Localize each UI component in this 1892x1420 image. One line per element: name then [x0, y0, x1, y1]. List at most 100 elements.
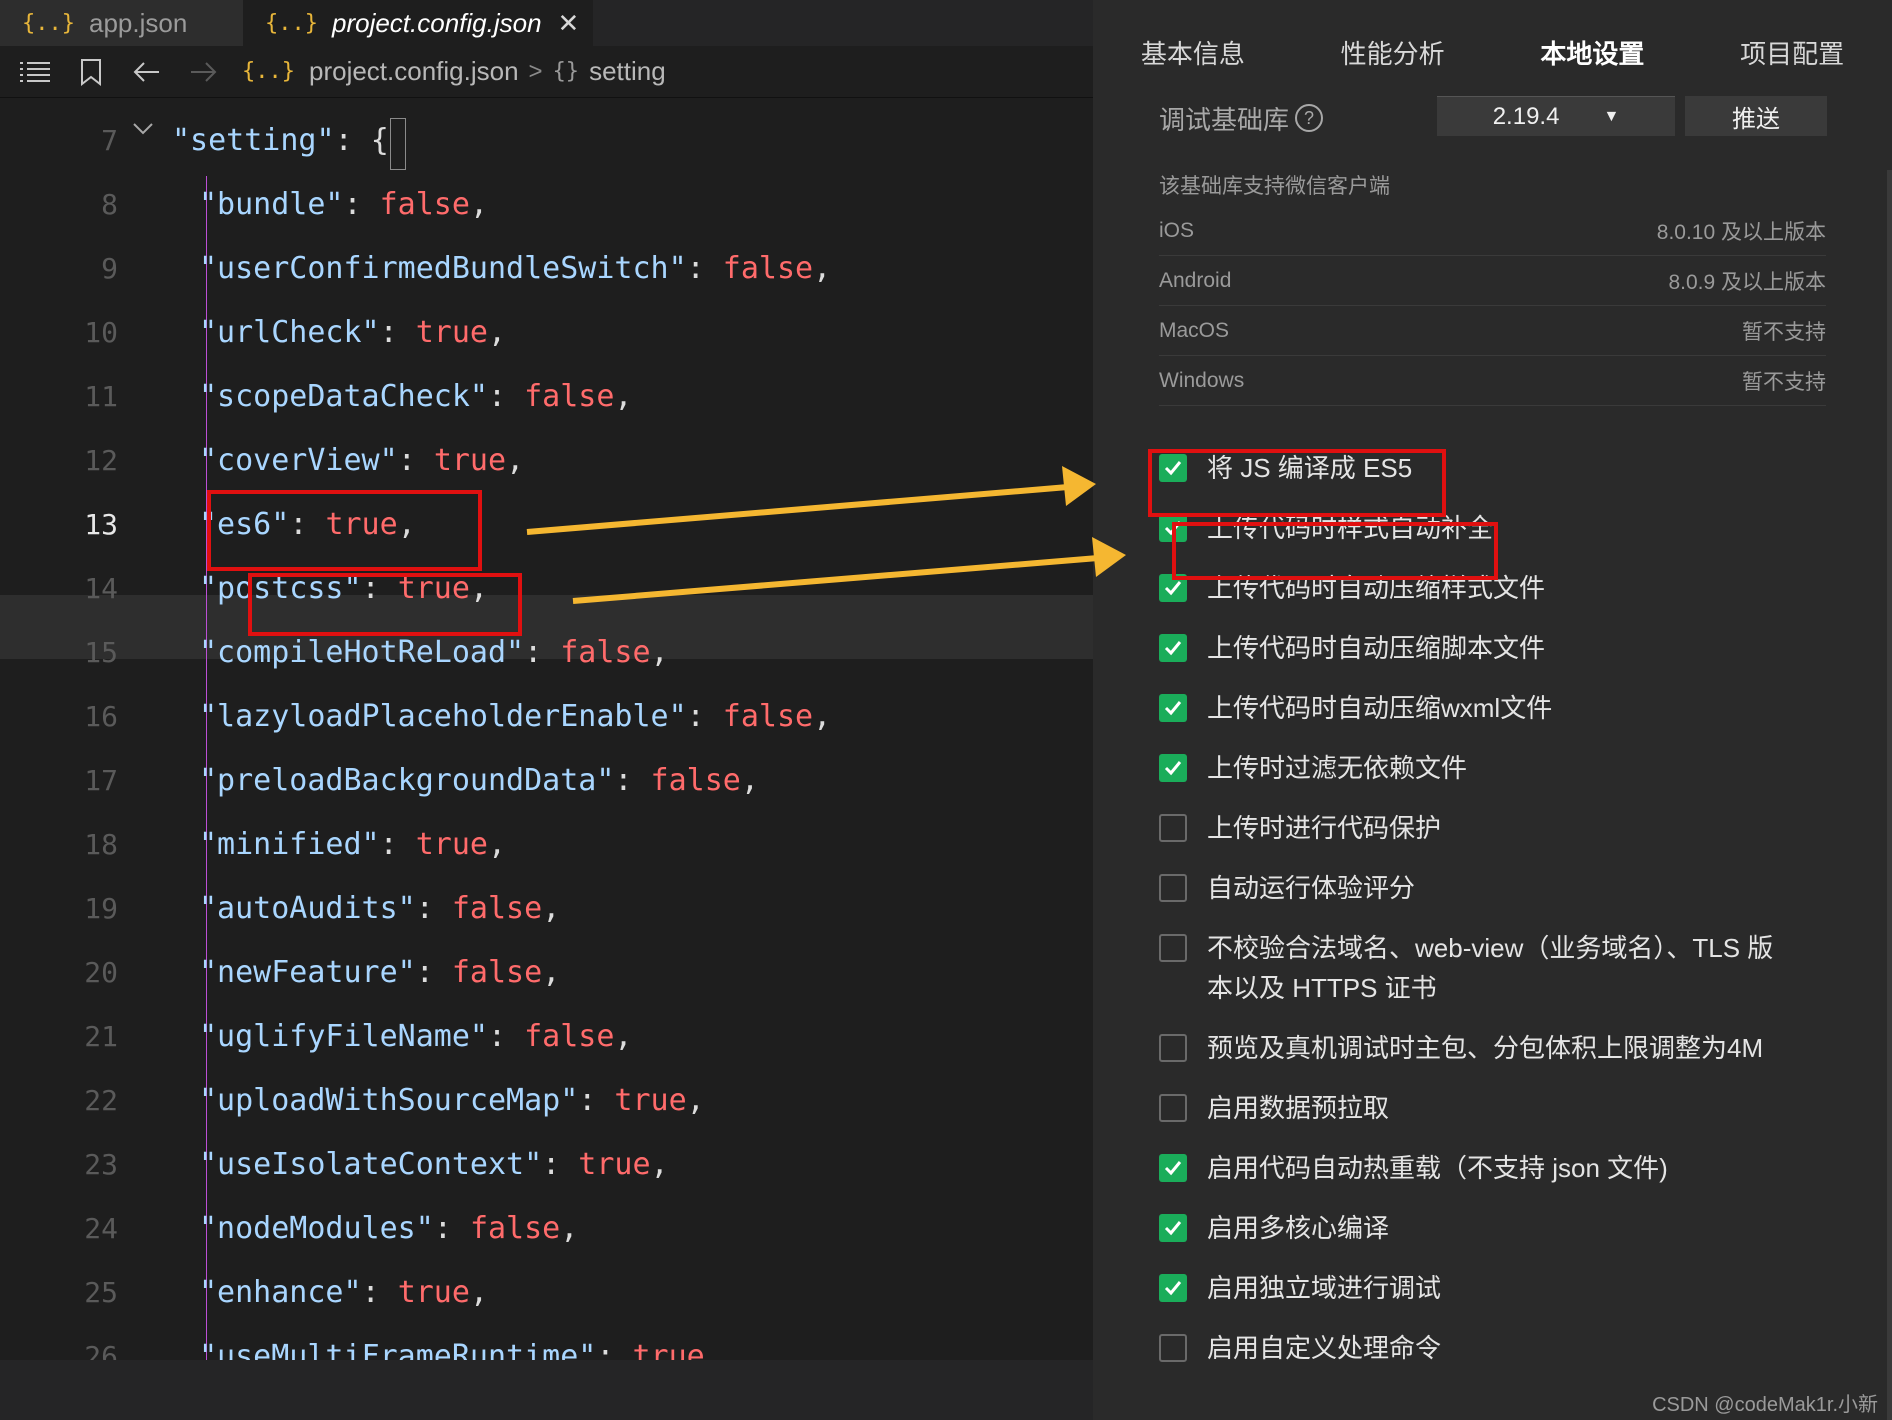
option-row[interactable]: 启用多核心编译	[1159, 1212, 1799, 1248]
code-line[interactable]: "userConfirmedBundleSwitch": false,	[199, 237, 831, 301]
line-number: 24	[84, 1212, 118, 1245]
bookmark-icon[interactable]	[74, 55, 108, 89]
line-number: 15	[84, 636, 118, 669]
option-label: 启用数据预拉取	[1207, 1093, 1390, 1123]
json-value: false	[560, 635, 651, 670]
json-colon: :	[415, 891, 452, 926]
option-row[interactable]: 预览及真机调试时主包、分包体积上限调整为4M	[1159, 1032, 1799, 1068]
json-comma: ,	[542, 955, 561, 990]
line-number: 13	[84, 508, 118, 541]
option-label: 上传代码时自动压缩脚本文件	[1207, 633, 1546, 663]
code-line[interactable]: "uploadWithSourceMap": true,	[199, 1069, 705, 1133]
tab-app-json[interactable]: {..} app.json	[0, 0, 243, 46]
tab-project-config-json[interactable]: {..} project.config.json ✕	[243, 0, 593, 46]
breadcrumb-section[interactable]: setting	[589, 56, 666, 87]
json-colon: :	[596, 1339, 633, 1360]
option-row[interactable]: 不校验合法域名、web-view（业务域名）、TLS 版本以及 HTTPS 证书	[1159, 932, 1799, 1008]
json-key: "lazyloadPlaceholderEnable"	[199, 699, 687, 734]
checkbox-checked-icon[interactable]	[1159, 634, 1187, 662]
json-value: true	[433, 443, 507, 478]
option-row[interactable]: 启用代码自动热重载（不支持 json 文件)	[1159, 1152, 1799, 1188]
code-line[interactable]: "nodeModules": false,	[199, 1197, 578, 1261]
json-key: "uglifyFileName"	[199, 1019, 488, 1054]
json-comma: ,	[560, 1211, 579, 1246]
code-line[interactable]: "coverView": true,	[199, 429, 524, 493]
json-key: "coverView"	[199, 443, 398, 478]
option-row[interactable]: 启用自定义处理命令	[1159, 1332, 1799, 1368]
json-value: true	[415, 315, 488, 350]
back-arrow-icon[interactable]	[130, 55, 164, 89]
platform-row: iOS 8.0.10 及以上版本	[1159, 206, 1826, 256]
settings-tab[interactable]: 性能分析	[1293, 26, 1493, 82]
checkbox-unchecked-icon[interactable]	[1159, 874, 1187, 902]
line-number: 12	[84, 444, 118, 477]
option-row[interactable]: 上传代码时自动压缩脚本文件	[1159, 632, 1799, 668]
forward-arrow-icon[interactable]	[186, 55, 220, 89]
option-row[interactable]: 启用独立域进行调试	[1159, 1272, 1799, 1308]
checkbox-unchecked-icon[interactable]	[1159, 814, 1187, 842]
code-line[interactable]: "scopeDataCheck": false,	[199, 365, 632, 429]
platform-version: 8.0.10 及以上版本	[1656, 220, 1826, 244]
json-comma: ,	[469, 187, 488, 222]
settings-tab[interactable]: 项目配置	[1692, 26, 1892, 82]
checkbox-unchecked-icon[interactable]	[1159, 1094, 1187, 1122]
line-number: 11	[84, 380, 118, 413]
checkbox-checked-icon[interactable]	[1159, 1214, 1187, 1242]
json-key: "bundle"	[199, 187, 344, 222]
json-key: "minified"	[199, 827, 380, 862]
checkbox-checked-icon[interactable]	[1159, 1274, 1187, 1302]
json-colon: :	[343, 187, 380, 222]
annotation-box-postcss	[248, 573, 522, 636]
close-icon[interactable]: ✕	[558, 8, 580, 39]
json-value: false	[650, 763, 741, 798]
support-title: 该基础库支持微信客户端	[1159, 175, 1390, 198]
breadcrumb-file[interactable]: project.config.json	[309, 56, 519, 87]
option-row[interactable]: 启用数据预拉取	[1159, 1092, 1799, 1128]
json-colon: :	[487, 379, 525, 414]
version-select[interactable]: 2.19.4 ▼	[1437, 96, 1675, 136]
scrollbar[interactable]	[1887, 170, 1892, 1420]
code-line[interactable]: "setting": {	[172, 109, 389, 173]
json-key: "preloadBackgroundData"	[199, 763, 615, 798]
code-line[interactable]: "enhance": true,	[199, 1261, 488, 1325]
option-row[interactable]: 上传时进行代码保护	[1159, 812, 1799, 848]
code-area[interactable]: "setting": {"bundle": false, "userConfirm…	[172, 98, 1093, 1360]
json-colon: :	[397, 443, 434, 478]
json-comma: ,	[542, 891, 561, 926]
json-comma: ,	[813, 699, 832, 734]
chevron-down-icon[interactable]	[133, 118, 153, 141]
checkbox-unchecked-icon[interactable]	[1159, 1334, 1187, 1362]
code-line[interactable]: "uglifyFileName": false,	[199, 1005, 632, 1069]
platform-row: Android 8.0.9 及以上版本	[1159, 256, 1826, 306]
push-button[interactable]: 推送	[1685, 96, 1827, 136]
code-line[interactable]: "preloadBackgroundData": false,	[199, 749, 759, 813]
checkbox-unchecked-icon[interactable]	[1159, 1034, 1187, 1062]
code-line[interactable]: "lazyloadPlaceholderEnable": false,	[199, 685, 831, 749]
code-line[interactable]: "useIsolateContext": true,	[199, 1133, 669, 1197]
json-value: false	[451, 891, 543, 926]
checkbox-checked-icon[interactable]	[1159, 754, 1187, 782]
code-line[interactable]: "useMultiFrameRuntime": true,	[199, 1325, 723, 1360]
platform-version: 暂不支持	[1742, 370, 1826, 394]
option-row[interactable]: 上传代码时自动压缩wxml文件	[1159, 692, 1799, 728]
json-comma: ,	[686, 1083, 705, 1118]
help-icon[interactable]: ?	[1295, 104, 1324, 132]
settings-tab[interactable]: 本地设置	[1493, 26, 1693, 82]
option-row[interactable]: 自动运行体验评分	[1159, 872, 1799, 908]
checkbox-checked-icon[interactable]	[1159, 694, 1187, 722]
code-line[interactable]: "newFeature": false,	[199, 941, 560, 1005]
checkbox-unchecked-icon[interactable]	[1159, 934, 1187, 962]
json-key: "urlCheck"	[199, 315, 380, 350]
line-number: 23	[84, 1148, 118, 1181]
code-line[interactable]: "autoAudits": false,	[199, 877, 560, 941]
checkbox-checked-icon[interactable]	[1159, 1154, 1187, 1182]
code-line[interactable]: "minified": true,	[199, 813, 506, 877]
settings-panel: 基本信息 性能分析 本地设置 项目配置 调试基础库 ? 2.19.4 ▼ 推送 该基础…	[1093, 0, 1892, 1420]
json-comma: ,	[650, 1147, 669, 1182]
outline-list-icon[interactable]	[18, 55, 52, 89]
option-row[interactable]: 上传时过滤无依赖文件	[1159, 752, 1799, 788]
json-value: true	[578, 1147, 651, 1182]
code-line[interactable]: "bundle": false,	[199, 173, 488, 237]
settings-tab[interactable]: 基本信息	[1093, 26, 1293, 82]
code-line[interactable]: "urlCheck": true,	[199, 301, 506, 365]
